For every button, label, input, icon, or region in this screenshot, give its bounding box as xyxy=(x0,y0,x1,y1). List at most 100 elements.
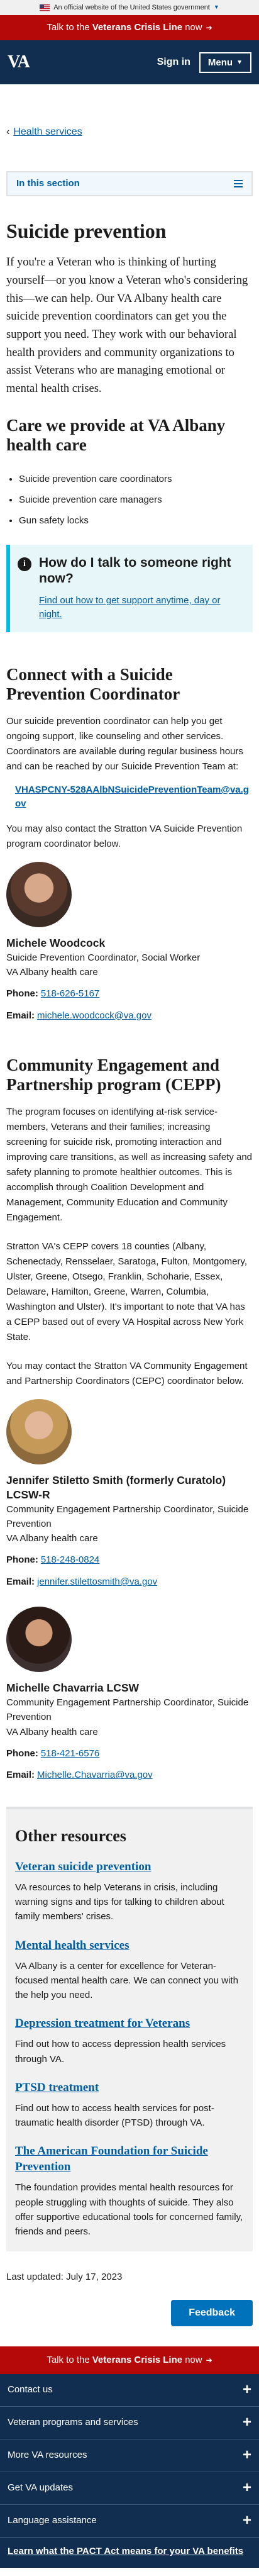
contact-card: Michele Woodcock Suicide Prevention Coor… xyxy=(6,861,253,1023)
phone-label: Phone: xyxy=(6,1748,38,1759)
talk-now-alert: i How do I talk to someone right now? Fi… xyxy=(6,544,253,632)
crisis-prefix: Talk to the xyxy=(47,21,90,33)
team-email-link[interactable]: VHASPCNY-528AAlbNSuicidePreventionTeam@v… xyxy=(15,784,249,810)
list-item: Suicide prevention care managers xyxy=(19,489,253,510)
official-banner-text: An official website of the United States… xyxy=(53,3,210,11)
contact-card: Michelle Chavarria LCSW Community Engage… xyxy=(6,1607,253,1783)
resource-link[interactable]: Mental health services xyxy=(15,1939,130,1952)
other-resources: Other resources Veteran suicide preventi… xyxy=(6,1806,253,2252)
support-link[interactable]: Find out how to get support anytime, day… xyxy=(39,594,245,622)
phone-link[interactable]: 518-626-5167 xyxy=(41,988,99,999)
phone-link[interactable]: 518-248-0824 xyxy=(41,1554,99,1565)
chevron-left-icon: ‹ xyxy=(6,126,10,137)
crisis-prefix: Talk to the xyxy=(47,2354,90,2365)
chevron-down-icon[interactable]: ▼ xyxy=(214,3,219,12)
in-this-section-label: In this section xyxy=(16,177,80,189)
menu-button[interactable]: Menu ▼ xyxy=(199,52,251,73)
footer-item-label: Contact us xyxy=(8,2384,53,2395)
person-name: Michelle Chavarria LCSW xyxy=(6,1681,140,1695)
other-resources-title: Other resources xyxy=(15,1826,126,1845)
person-org: VA Albany health care xyxy=(6,1533,98,1544)
cepp-body-3: You may contact the Stratton VA Communit… xyxy=(6,1361,248,1387)
plus-icon: + xyxy=(242,2414,251,2431)
resource-item: The American Foundation for Suicide Prev… xyxy=(15,2144,244,2239)
care-title: Care we provide at VA Albany health care xyxy=(6,415,226,454)
footer-veteran-programs[interactable]: Veteran programs and services + xyxy=(0,2407,259,2439)
feedback-button[interactable]: Feedback xyxy=(171,2299,253,2326)
list-item: Gun safety locks xyxy=(19,510,253,531)
phone-label: Phone: xyxy=(6,988,38,1000)
hamburger-icon xyxy=(234,180,243,187)
resource-link[interactable]: PTSD treatment xyxy=(15,2081,99,2094)
site-header: VA Sign in Menu ▼ xyxy=(0,40,259,84)
chevron-down-icon: ▼ xyxy=(236,59,243,66)
footer-item-label: Veteran programs and services xyxy=(8,2417,138,2428)
resource-item: PTSD treatment Find out how to access he… xyxy=(15,2080,244,2131)
resource-item: Depression treatment for Veterans Find o… xyxy=(15,2016,244,2066)
info-icon: i xyxy=(18,557,31,571)
crisis-suffix: now xyxy=(185,21,202,33)
footer-crisis-line[interactable]: Talk to the Veterans Crisis Line now ➔ xyxy=(0,2346,259,2374)
email-link[interactable]: jennifer.stilettosmith@va.gov xyxy=(37,1576,157,1587)
resource-item: Mental health services VA Albany is a ce… xyxy=(15,1938,244,2003)
us-flag-icon xyxy=(40,4,50,11)
footer-item-label: Language assistance xyxy=(8,2515,97,2526)
person-role: Suicide Prevention Coordinator, Social W… xyxy=(6,952,201,963)
site-footer: Talk to the Veterans Crisis Line now ➔ C… xyxy=(0,2346,259,2568)
crisis-line-banner[interactable]: Talk to the Veterans Crisis Line now ➔ xyxy=(0,15,259,40)
arrow-right-icon: ➔ xyxy=(206,23,212,32)
email-label: Email: xyxy=(6,1770,35,1781)
breadcrumb: ‹ Health services xyxy=(6,125,253,140)
last-updated: Last updated: July 17, 2023 xyxy=(6,2272,123,2283)
plus-icon: + xyxy=(242,2381,251,2399)
avatar xyxy=(6,1607,72,1673)
breadcrumb-link[interactable]: Health services xyxy=(13,126,82,137)
resource-link[interactable]: Veteran suicide prevention xyxy=(15,1860,151,1873)
email-label: Email: xyxy=(6,1010,35,1021)
plus-icon: + xyxy=(242,2446,251,2464)
coordinator-title: Connect with a Suicide Prevention Coordi… xyxy=(6,664,180,703)
intro-text: If you're a Veteran who is thinking of h… xyxy=(6,256,248,395)
coordinator-note: You may also contact the Stratton VA Sui… xyxy=(6,823,243,849)
resource-link[interactable]: The American Foundation for Suicide Prev… xyxy=(15,2144,208,2173)
cepp-body-1: The program focuses on identifying at-ri… xyxy=(6,1107,253,1224)
avatar xyxy=(6,1399,72,1465)
phone-label: Phone: xyxy=(6,1554,38,1566)
list-item: Suicide prevention care coordinators xyxy=(19,469,253,489)
in-this-section-menu[interactable]: In this section xyxy=(6,171,253,196)
resource-desc: VA Albany is a center for excellence for… xyxy=(15,1960,238,2001)
resource-link[interactable]: Depression treatment for Veterans xyxy=(15,2017,190,2030)
va-logo[interactable]: VA xyxy=(8,49,30,75)
email-link[interactable]: Michelle.Chavarria@va.gov xyxy=(37,1770,153,1780)
pact-act-link[interactable]: Learn what the PACT Act means for your V… xyxy=(8,2546,243,2556)
resource-item: Veteran suicide prevention VA resources … xyxy=(15,1860,244,1924)
person-name: Michele Woodcock xyxy=(6,936,106,949)
person-org: VA Albany health care xyxy=(6,1726,98,1737)
footer-item-label: Get VA updates xyxy=(8,2482,73,2494)
footer-language-assistance[interactable]: Language assistance + xyxy=(0,2505,259,2538)
person-role: Community Engagement Partnership Coordin… xyxy=(6,1503,249,1529)
page-title: Suicide prevention xyxy=(6,220,167,242)
email-link[interactable]: michele.woodcock@va.gov xyxy=(37,1010,152,1021)
crisis-line-label: Veterans Crisis Line xyxy=(92,2354,183,2365)
resource-desc: The foundation provides mental health re… xyxy=(15,2182,243,2238)
cepp-body-2: Stratton VA's CEPP covers 18 counties (A… xyxy=(6,1241,247,1343)
alert-title: How do I talk to someone right now? xyxy=(39,555,231,586)
person-org: VA Albany health care xyxy=(6,966,98,978)
phone-link[interactable]: 518-421-6576 xyxy=(41,1748,99,1759)
avatar xyxy=(6,861,72,927)
email-label: Email: xyxy=(6,1576,35,1587)
resource-desc: VA resources to help Veterans in crisis,… xyxy=(15,1882,224,1922)
plus-icon: + xyxy=(242,2512,251,2529)
plus-icon: + xyxy=(242,2479,251,2497)
official-banner: An official website of the United States… xyxy=(0,0,259,15)
coordinator-body: Our suicide prevention coordinator can h… xyxy=(6,715,243,772)
cepp-title: Community Engagement and Partnership pro… xyxy=(6,1056,221,1095)
footer-contact-us[interactable]: Contact us + xyxy=(0,2374,259,2407)
pact-act-promo: Learn what the PACT Act means for your V… xyxy=(0,2537,259,2568)
crisis-suffix: now xyxy=(185,2354,202,2365)
footer-get-updates[interactable]: Get VA updates + xyxy=(0,2472,259,2505)
arrow-right-icon: ➔ xyxy=(206,2355,212,2365)
sign-in-button[interactable]: Sign in xyxy=(157,55,190,70)
footer-more-resources[interactable]: More VA resources + xyxy=(0,2439,259,2472)
